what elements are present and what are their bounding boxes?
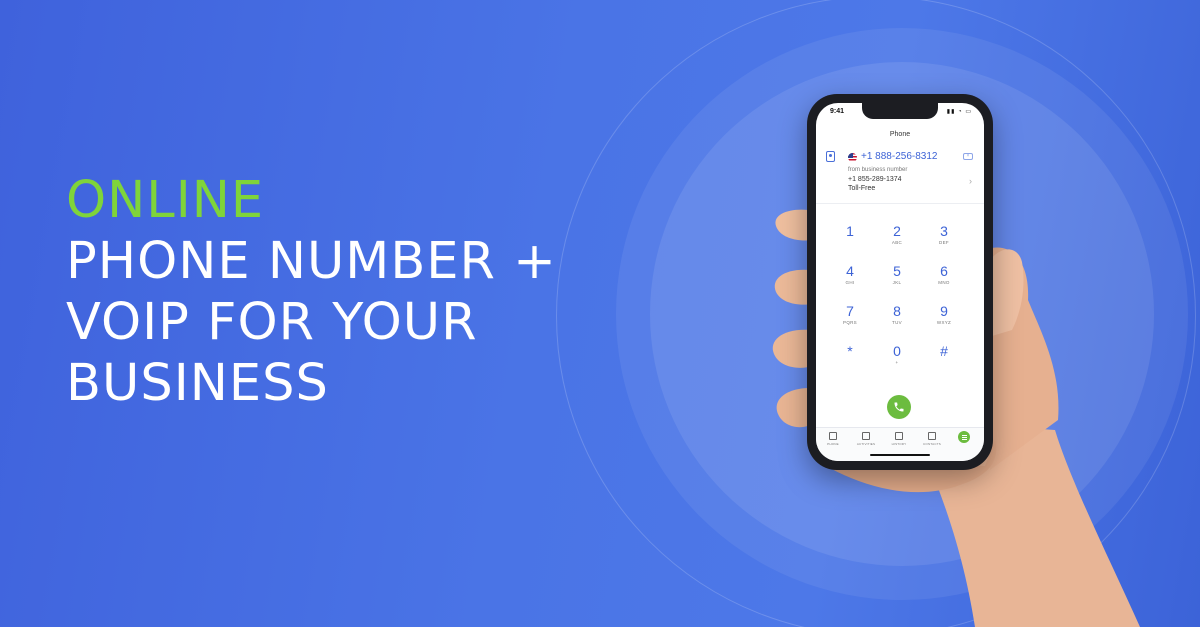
keypad-letters: PQRS [843,320,857,325]
keypad-key[interactable]: 7 PQRS [830,303,870,326]
keypad-digit: # [940,343,948,359]
keypad-letters: MNO [938,280,950,285]
phone-screen: 9:41 ▮▮ ◔ ▭ Phone +1 888-256-8312 × from… [816,103,984,461]
keypad-key[interactable]: 5 JKL [877,263,917,286]
keypad-digit: 8 [893,303,901,319]
tab-activities[interactable]: ACTIVITIES [851,432,881,446]
us-flag-icon[interactable] [848,153,857,162]
tab-label: ACTIVITIES [856,442,876,446]
from-type[interactable]: Toll-Free [848,185,875,192]
keypad-letters: WXYZ [936,320,952,325]
keypad-letters: + [895,360,899,365]
tab-label: PHONE [827,442,839,446]
smartphone: 9:41 ▮▮ ◔ ▭ Phone +1 888-256-8312 × from… [807,94,993,470]
from-label: from business number [848,167,908,173]
keypad-key[interactable]: * [830,343,870,359]
contacts-picker-icon[interactable] [826,151,835,162]
keypad-key[interactable]: 4 GHI [830,263,870,286]
keypad-digit: 7 [846,303,854,319]
keypad-digit: 0 [893,343,901,359]
tab-contacts[interactable]: CONTACTS [917,432,947,446]
phone-notch [862,103,938,119]
tab-label: HISTORY [891,442,907,446]
keypad-letters: ABC [891,240,903,245]
keypad-digit: 4 [846,263,854,279]
hand-illustration [772,209,1140,627]
backspace-icon[interactable]: × [963,153,973,160]
keypad-key[interactable]: 8 TUV [877,303,917,326]
star-icon [862,432,870,440]
keypad-digit: 6 [940,263,948,279]
keypad-digit: 9 [940,303,948,319]
keypad-key[interactable]: 1 [830,223,870,239]
divider [816,203,984,204]
call-button[interactable] [887,395,911,419]
keypad-digit: 5 [893,263,901,279]
keypad-key[interactable]: 0 + [877,343,917,366]
tab-phone[interactable]: PHONE [818,432,848,446]
menu-icon[interactable] [958,431,970,443]
status-time: 9:41 [830,108,845,115]
contacts-icon [928,432,936,440]
keypad-digit: 3 [940,223,948,239]
phone-icon [894,402,904,412]
keypad-letters: GHI [845,280,855,285]
keypad-digit: 1 [846,223,854,239]
keypad-key[interactable]: 2 ABC [877,223,917,246]
keypad-letters: TUV [892,320,902,325]
home-indicator[interactable] [870,454,930,456]
keypad-key[interactable]: 6 MNO [924,263,964,286]
keypad-key[interactable]: # [924,343,964,359]
keypad-icon [829,432,837,440]
dialed-number[interactable]: +1 888-256-8312 [861,151,937,162]
keypad-letters: JKL [892,280,902,285]
hero-banner: ONLINE PHONE NUMBER + VOIP FOR YOUR BUSI… [0,0,1200,627]
history-icon [895,432,903,440]
chevron-right-icon[interactable]: › [969,176,972,186]
from-number[interactable]: +1 855-289-1374 [848,176,902,183]
tab-label: CONTACTS [923,442,941,446]
status-icons: ▮▮ ◔ ▭ [946,109,972,115]
keypad-digit: 2 [893,223,901,239]
keypad-letters: DEF [939,240,949,245]
keypad-digit: * [847,343,853,359]
keypad-key[interactable]: 9 WXYZ [924,303,964,326]
keypad-key[interactable]: 3 DEF [924,223,964,246]
app-title: Phone [889,131,911,138]
tab-history[interactable]: HISTORY [884,432,914,446]
